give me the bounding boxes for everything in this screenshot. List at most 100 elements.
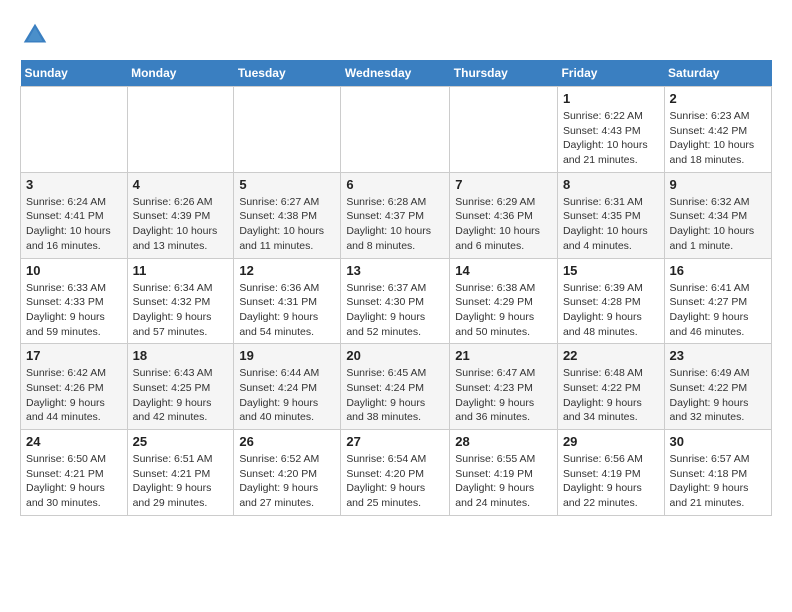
day-number: 21 (455, 348, 552, 363)
day-number: 22 (563, 348, 659, 363)
day-number: 2 (670, 91, 766, 106)
calendar-week-row: 1Sunrise: 6:22 AMSunset: 4:43 PMDaylight… (21, 87, 772, 173)
calendar-cell (450, 87, 558, 173)
calendar-cell: 11 Sunrise: 6:34 AMSunset: 4:32 PMDayligh… (127, 258, 234, 344)
calendar-cell (127, 87, 234, 173)
day-info: Sunrise: 6:43 AMSunset: 4:25 PMDaylight:… (133, 366, 229, 425)
weekday-header: Saturday (664, 60, 771, 87)
day-info: Sunrise: 6:22 AMSunset: 4:43 PMDaylight:… (563, 109, 659, 168)
day-info: Sunrise: 6:56 AMSunset: 4:19 PMDaylight:… (563, 452, 659, 511)
weekday-header: Monday (127, 60, 234, 87)
weekday-header-row: SundayMondayTuesdayWednesdayThursdayFrid… (21, 60, 772, 87)
calendar-cell: 8 Sunrise: 6:31 AMSunset: 4:35 PMDaylight… (557, 172, 664, 258)
day-number: 25 (133, 434, 229, 449)
day-number: 16 (670, 263, 766, 278)
calendar-cell: 3 Sunrise: 6:24 AMSunset: 4:41 PMDaylight… (21, 172, 128, 258)
day-info: Sunrise: 6:50 AMSunset: 4:21 PMDaylight:… (26, 452, 122, 511)
day-number: 19 (239, 348, 335, 363)
day-number: 28 (455, 434, 552, 449)
calendar-cell: 16Sunrise: 6:41 AMSunset: 4:27 PMDayligh… (664, 258, 771, 344)
calendar-cell: 4 Sunrise: 6:26 AMSunset: 4:39 PMDaylight… (127, 172, 234, 258)
day-number: 12 (239, 263, 335, 278)
calendar-cell (21, 87, 128, 173)
calendar-week-row: 17Sunrise: 6:42 AMSunset: 4:26 PMDayligh… (21, 344, 772, 430)
day-number: 3 (26, 177, 122, 192)
calendar-cell: 14 Sunrise: 6:38 AMSunset: 4:29 PMDayligh… (450, 258, 558, 344)
day-info: Sunrise: 6:48 AMSunset: 4:22 PMDaylight:… (563, 366, 659, 425)
day-info: Sunrise: 6:26 AMSunset: 4:39 PMDaylight:… (133, 195, 229, 254)
calendar-cell: 15 Sunrise: 6:39 AMSunset: 4:28 PMDayligh… (557, 258, 664, 344)
day-info: Sunrise: 6:33 AMSunset: 4:33 PMDaylight:… (26, 281, 122, 340)
calendar-cell: 18 Sunrise: 6:43 AMSunset: 4:25 PMDayligh… (127, 344, 234, 430)
calendar-cell: 24 Sunrise: 6:50 AMSunset: 4:21 PMDayligh… (21, 430, 128, 516)
calendar-cell: 29 Sunrise: 6:56 AMSunset: 4:19 PMDayligh… (557, 430, 664, 516)
day-info: Sunrise: 6:23 AMSunset: 4:42 PMDaylight:… (670, 109, 766, 168)
calendar-cell: 27Sunrise: 6:54 AMSunset: 4:20 PMDayligh… (341, 430, 450, 516)
calendar-cell (234, 87, 341, 173)
calendar-cell: 26Sunrise: 6:52 AMSunset: 4:20 PMDayligh… (234, 430, 341, 516)
day-info: Sunrise: 6:31 AMSunset: 4:35 PMDaylight:… (563, 195, 659, 254)
day-number: 14 (455, 263, 552, 278)
day-number: 23 (670, 348, 766, 363)
calendar-cell: 21 Sunrise: 6:47 AMSunset: 4:23 PMDayligh… (450, 344, 558, 430)
calendar-cell: 2 Sunrise: 6:23 AMSunset: 4:42 PMDaylight… (664, 87, 771, 173)
day-number: 11 (133, 263, 229, 278)
weekday-header: Tuesday (234, 60, 341, 87)
calendar-cell (341, 87, 450, 173)
day-info: Sunrise: 6:44 AMSunset: 4:24 PMDaylight:… (239, 366, 335, 425)
day-number: 24 (26, 434, 122, 449)
day-number: 7 (455, 177, 552, 192)
day-number: 18 (133, 348, 229, 363)
day-number: 13 (346, 263, 444, 278)
day-number: 9 (670, 177, 766, 192)
day-info: Sunrise: 6:38 AMSunset: 4:29 PMDaylight:… (455, 281, 552, 340)
weekday-header: Wednesday (341, 60, 450, 87)
weekday-header: Sunday (21, 60, 128, 87)
day-info: Sunrise: 6:34 AMSunset: 4:32 PMDaylight:… (133, 281, 229, 340)
day-info: Sunrise: 6:55 AMSunset: 4:19 PMDaylight:… (455, 452, 552, 511)
day-info: Sunrise: 6:29 AMSunset: 4:36 PMDaylight:… (455, 195, 552, 254)
calendar-cell: 28 Sunrise: 6:55 AMSunset: 4:19 PMDayligh… (450, 430, 558, 516)
calendar-cell: 1Sunrise: 6:22 AMSunset: 4:43 PMDaylight… (557, 87, 664, 173)
day-info: Sunrise: 6:36 AMSunset: 4:31 PMDaylight:… (239, 281, 335, 340)
calendar-cell: 20Sunrise: 6:45 AMSunset: 4:24 PMDayligh… (341, 344, 450, 430)
day-number: 29 (563, 434, 659, 449)
day-info: Sunrise: 6:24 AMSunset: 4:41 PMDaylight:… (26, 195, 122, 254)
day-info: Sunrise: 6:47 AMSunset: 4:23 PMDaylight:… (455, 366, 552, 425)
weekday-header: Friday (557, 60, 664, 87)
calendar-cell: 12 Sunrise: 6:36 AMSunset: 4:31 PMDayligh… (234, 258, 341, 344)
calendar-cell: 13 Sunrise: 6:37 AMSunset: 4:30 PMDayligh… (341, 258, 450, 344)
day-info: Sunrise: 6:45 AMSunset: 4:24 PMDaylight:… (346, 366, 444, 425)
calendar-cell: 17Sunrise: 6:42 AMSunset: 4:26 PMDayligh… (21, 344, 128, 430)
day-info: Sunrise: 6:39 AMSunset: 4:28 PMDaylight:… (563, 281, 659, 340)
day-number: 5 (239, 177, 335, 192)
calendar-week-row: 3 Sunrise: 6:24 AMSunset: 4:41 PMDaylight… (21, 172, 772, 258)
day-number: 26 (239, 434, 335, 449)
day-number: 30 (670, 434, 766, 449)
page-header (20, 20, 772, 50)
day-info: Sunrise: 6:32 AMSunset: 4:34 PMDaylight:… (670, 195, 766, 254)
calendar-cell: 25Sunrise: 6:51 AMSunset: 4:21 PMDayligh… (127, 430, 234, 516)
day-number: 15 (563, 263, 659, 278)
day-info: Sunrise: 6:49 AMSunset: 4:22 PMDaylight:… (670, 366, 766, 425)
day-info: Sunrise: 6:57 AMSunset: 4:18 PMDaylight:… (670, 452, 766, 511)
calendar-week-row: 10Sunrise: 6:33 AMSunset: 4:33 PMDayligh… (21, 258, 772, 344)
day-number: 4 (133, 177, 229, 192)
calendar-cell: 23 Sunrise: 6:49 AMSunset: 4:22 PMDayligh… (664, 344, 771, 430)
calendar-cell: 6Sunrise: 6:28 AMSunset: 4:37 PMDaylight… (341, 172, 450, 258)
calendar-cell: 5 Sunrise: 6:27 AMSunset: 4:38 PMDaylight… (234, 172, 341, 258)
calendar-table: SundayMondayTuesdayWednesdayThursdayFrid… (20, 60, 772, 516)
logo (20, 20, 55, 50)
calendar-cell: 19 Sunrise: 6:44 AMSunset: 4:24 PMDayligh… (234, 344, 341, 430)
calendar-week-row: 24 Sunrise: 6:50 AMSunset: 4:21 PMDayligh… (21, 430, 772, 516)
day-number: 8 (563, 177, 659, 192)
day-number: 17 (26, 348, 122, 363)
weekday-header: Thursday (450, 60, 558, 87)
calendar-cell: 22 Sunrise: 6:48 AMSunset: 4:22 PMDayligh… (557, 344, 664, 430)
calendar-cell: 7 Sunrise: 6:29 AMSunset: 4:36 PMDaylight… (450, 172, 558, 258)
day-info: Sunrise: 6:27 AMSunset: 4:38 PMDaylight:… (239, 195, 335, 254)
day-number: 6 (346, 177, 444, 192)
logo-icon (20, 20, 50, 50)
calendar-cell: 9 Sunrise: 6:32 AMSunset: 4:34 PMDaylight… (664, 172, 771, 258)
day-info: Sunrise: 6:37 AMSunset: 4:30 PMDaylight:… (346, 281, 444, 340)
